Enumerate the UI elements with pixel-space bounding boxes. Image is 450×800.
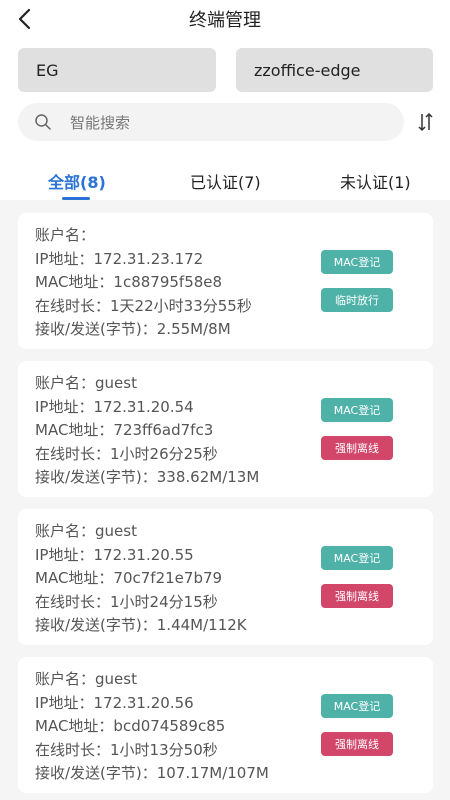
sort-button[interactable] (414, 108, 438, 136)
device-card: 账户名：guest IP地址：172.31.20.55 MAC地址：70c7f2… (18, 509, 433, 645)
page-title: 终端管理 (189, 10, 261, 31)
device-card: 账户名：guest IP地址：172.31.20.56 MAC地址：bcd074… (18, 657, 433, 793)
active-tab-indicator (62, 197, 90, 200)
online-line: 在线时长：1天22小时33分55秒 (35, 296, 252, 315)
account-line: 账户名： (35, 226, 96, 244)
account-line: 账户名：guest (35, 522, 137, 540)
online-line: 在线时长：1小时24分15秒 (35, 592, 218, 611)
force-offline-button[interactable]: 强制离线 (321, 436, 393, 460)
force-offline-button[interactable]: 强制离线 (321, 732, 393, 756)
mac-register-button[interactable]: MAC登记 (321, 546, 393, 570)
ip-line: IP地址：172.31.23.172 (35, 249, 204, 268)
tab-unauthenticated[interactable]: 未认证(1) (340, 169, 411, 193)
force-offline-button[interactable]: 强制离线 (321, 584, 393, 608)
search-placeholder: 智能搜索 (70, 113, 131, 132)
tab-authenticated[interactable]: 已认证(7) (190, 169, 261, 193)
mac-register-button[interactable]: MAC登记 (321, 398, 393, 422)
traffic-line: 接收/发送(字节)：2.55M/8M (35, 320, 231, 338)
sort-icon (418, 112, 433, 132)
account-line: 账户名：guest (35, 374, 137, 392)
mac-line: MAC地址：1c88795f58e8 (35, 273, 223, 291)
traffic-line: 接收/发送(字节)：338.62M/13M (35, 468, 260, 486)
gateway-select[interactable]: EG (18, 48, 216, 92)
mac-line: MAC地址：723ff6ad7fc3 (35, 421, 214, 439)
device-card: 账户名： IP地址：172.31.23.172 MAC地址：1c88795f58… (18, 213, 433, 349)
mac-register-button[interactable]: MAC登记 (321, 250, 393, 274)
search-icon (35, 114, 51, 130)
ip-line: IP地址：172.31.20.54 (35, 397, 194, 416)
online-line: 在线时长：1小时26分25秒 (35, 444, 218, 463)
search-input[interactable]: 智能搜索 (18, 103, 404, 141)
mac-line: MAC地址：bcd074589c85 (35, 717, 226, 735)
status-tabs: 全部(8) 已认证(7) 未认证(1) (0, 163, 450, 203)
traffic-line: 接收/发送(字节)：107.17M/107M (35, 764, 269, 782)
traffic-line: 接收/发送(字节)：1.44M/112K (35, 616, 247, 634)
filter-panel: EG zzoffice-edge 智能搜索 全部(8) 已认证(7) 未认证(1… (0, 38, 450, 200)
temporary-allow-button[interactable]: 临时放行 (321, 288, 393, 312)
tab-all[interactable]: 全部(8) (48, 169, 106, 193)
online-line: 在线时长：1小时13分50秒 (35, 740, 218, 759)
mac-register-button[interactable]: MAC登记 (321, 694, 393, 718)
device-select[interactable]: zzoffice-edge (236, 48, 433, 92)
top-bar: 终端管理 (0, 0, 450, 38)
ip-line: IP地址：172.31.20.56 (35, 693, 194, 712)
mac-line: MAC地址：70c7f21e7b79 (35, 569, 223, 587)
ip-line: IP地址：172.31.20.55 (35, 545, 194, 564)
device-card: 账户名：guest IP地址：172.31.20.54 MAC地址：723ff6… (18, 361, 433, 497)
account-line: 账户名：guest (35, 670, 137, 688)
